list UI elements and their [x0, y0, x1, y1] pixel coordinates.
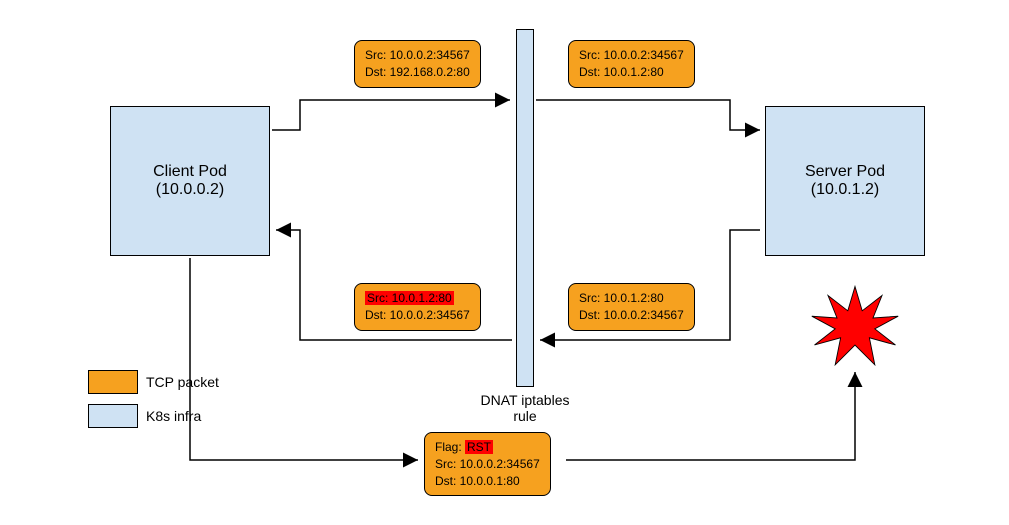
packet-src: Src: 10.0.1.2:80 [365, 290, 470, 307]
packet-src: Src: 10.0.0.2:34567 [365, 47, 470, 64]
packet-dst: Dst: 10.0.1.2:80 [579, 64, 684, 81]
packet-src: Src: 10.0.1.2:80 [579, 290, 684, 307]
packet-top-left: Src: 10.0.0.2:34567 Dst: 192.168.0.2:80 [354, 40, 481, 88]
server-pod-ip: (10.0.1.2) [811, 181, 879, 199]
rst-flag: RST [465, 440, 493, 454]
packet-mid-left: Src: 10.0.1.2:80 Dst: 10.0.0.2:34567 [354, 283, 481, 331]
client-pod-title: Client Pod [153, 163, 227, 181]
packet-src: Src: 10.0.0.2:34567 [435, 456, 540, 473]
highlight: Src: 10.0.1.2:80 [365, 291, 454, 305]
arrow-client-to-nat [272, 100, 510, 130]
packet-dst: Dst: 10.0.0.2:34567 [365, 307, 470, 324]
packet-top-right: Src: 10.0.0.2:34567 Dst: 10.0.1.2:80 [568, 40, 695, 88]
server-pod: Server Pod (10.0.1.2) [765, 106, 925, 256]
error-starburst-icon [810, 282, 900, 372]
legend-infra-swatch [88, 404, 138, 428]
nat-bar [516, 29, 534, 387]
legend-packet-swatch [88, 370, 138, 394]
packet-dst: Dst: 10.0.0.1:80 [435, 473, 540, 490]
server-pod-title: Server Pod [805, 163, 885, 181]
legend-infra-label: K8s infra [146, 408, 201, 424]
arrow-rst-to-server [566, 372, 855, 460]
client-pod: Client Pod (10.0.0.2) [110, 106, 270, 256]
packet-mid-right: Src: 10.0.1.2:80 Dst: 10.0.0.2:34567 [568, 283, 695, 331]
nat-label: DNAT iptables rule [480, 392, 570, 424]
packet-src: Src: 10.0.0.2:34567 [579, 47, 684, 64]
legend-packet-label: TCP packet [146, 374, 219, 390]
arrow-nat-to-server [536, 100, 760, 130]
packet-dst: Dst: 192.168.0.2:80 [365, 64, 470, 81]
packet-flag-line: Flag: RST [435, 439, 540, 456]
packet-dst: Dst: 10.0.0.2:34567 [579, 307, 684, 324]
packet-rst: Flag: RST Src: 10.0.0.2:34567 Dst: 10.0.… [424, 432, 551, 496]
client-pod-ip: (10.0.0.2) [156, 181, 224, 199]
